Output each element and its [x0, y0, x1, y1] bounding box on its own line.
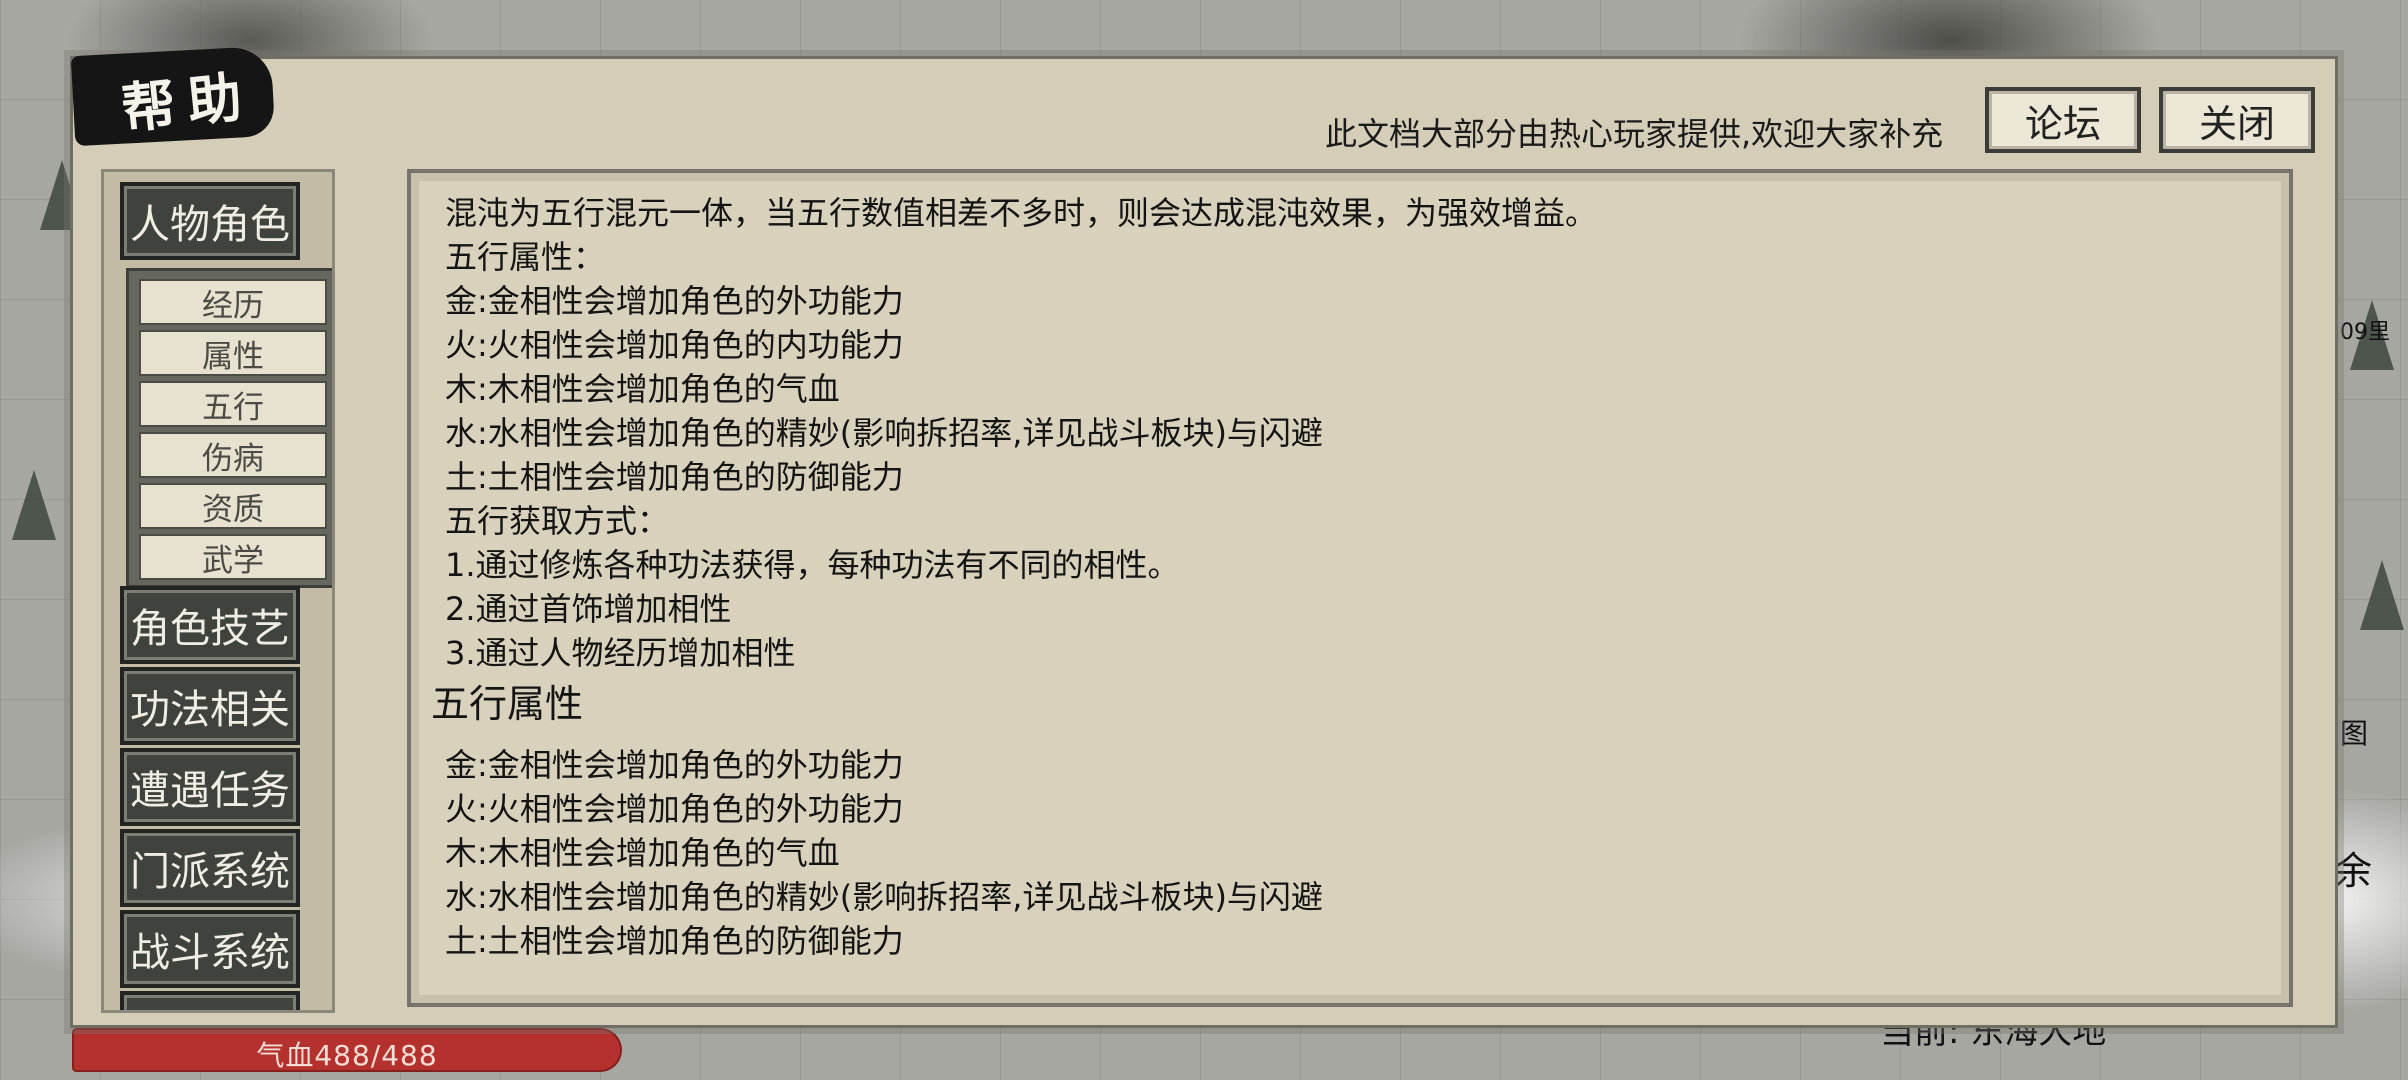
subcategory-five-elements[interactable]: 五行	[139, 381, 327, 427]
category-character[interactable]: 人物角色	[120, 182, 300, 260]
content-line: 木:木相性会增加角色的气血	[445, 834, 840, 872]
subcategory-attributes[interactable]: 属性	[139, 330, 327, 376]
health-bar: 气血488/488	[72, 1028, 622, 1072]
content-line: 木:木相性会增加角色的气血	[445, 370, 840, 408]
help-category-sidebar[interactable]: 人物角色 经历 属性 五行 伤病 资质 武学 角色技艺 功法相关 遭遇任务 门派…	[101, 169, 335, 1013]
content-line: 水:水相性会增加角色的精妙(影响拆招率,详见战斗板块)与闪避	[445, 414, 1323, 452]
character-subcategory-group: 经历 属性 五行 伤病 资质 武学	[126, 268, 332, 588]
category-combat[interactable]: 战斗系统	[120, 910, 300, 988]
content-line: 混沌为五行混元一体，当五行数值相差不多时，则会达成混沌效果，为强效增益。	[445, 194, 1598, 232]
section-text-block: 金:金相性会增加角色的外功能力 火:火相性会增加角色的外功能力 木:木相性会增加…	[445, 743, 1323, 963]
content-line: 土:土相性会增加角色的防御能力	[445, 458, 904, 496]
subcategory-experience[interactable]: 经历	[139, 279, 327, 325]
category-skills[interactable]: 角色技艺	[120, 586, 300, 664]
content-line: 3.通过人物经历增加相性	[445, 634, 796, 672]
section-heading: 五行属性	[431, 682, 584, 726]
forum-button[interactable]: 论坛	[1985, 87, 2141, 153]
contribution-notice: 此文档大部分由热心玩家提供,欢迎大家补充	[1325, 115, 1944, 153]
content-line: 五行获取方式：	[445, 502, 670, 540]
tree-decoration	[2360, 560, 2404, 630]
content-line: 水:水相性会增加角色的精妙(影响拆招率,详见战斗板块)与闪避	[445, 878, 1323, 916]
subcategory-injury[interactable]: 伤病	[139, 432, 327, 478]
content-line: 火:火相性会增加角色的内功能力	[445, 326, 904, 364]
close-button[interactable]: 关闭	[2159, 87, 2315, 153]
category-sects[interactable]: 门派系统	[120, 829, 300, 907]
category-more[interactable]	[120, 991, 300, 1010]
health-text: 气血488/488	[256, 1039, 438, 1072]
map-distance-label: 09里	[2340, 320, 2390, 345]
category-encounters[interactable]: 遭遇任务	[120, 748, 300, 826]
intro-text-block: 混沌为五行混元一体，当五行数值相差不多时，则会达成混沌效果，为强效增益。 五行属…	[445, 191, 1597, 675]
map-glyph: 余	[2334, 849, 2373, 893]
subcategory-martial-arts[interactable]: 武学	[139, 534, 327, 580]
content-line: 金:金相性会增加角色的外功能力	[445, 282, 904, 320]
content-line: 金:金相性会增加角色的外功能力	[445, 746, 904, 784]
content-line: 2.通过首饰增加相性	[445, 590, 732, 628]
map-button-label[interactable]: 图	[2340, 712, 2368, 752]
dialog-title-badge: 帮助	[70, 45, 276, 147]
dialog-title: 帮助	[118, 63, 257, 141]
help-dialog: 帮助 此文档大部分由热心玩家提供,欢迎大家补充 论坛 关闭 人物角色 经历 属性…	[70, 45, 2338, 1028]
content-line: 土:土相性会增加角色的防御能力	[445, 922, 904, 960]
content-line: 1.通过修炼各种功法获得，每种功法有不同的相性。	[445, 546, 1180, 584]
help-content-panel[interactable]: 混沌为五行混元一体，当五行数值相差不多时，则会达成混沌效果，为强效增益。 五行属…	[407, 169, 2293, 1007]
content-line: 五行属性：	[445, 238, 606, 276]
content-line: 火:火相性会增加角色的外功能力	[445, 790, 904, 828]
subcategory-aptitude[interactable]: 资质	[139, 483, 327, 529]
tree-decoration	[12, 470, 56, 540]
category-techniques[interactable]: 功法相关	[120, 667, 300, 745]
